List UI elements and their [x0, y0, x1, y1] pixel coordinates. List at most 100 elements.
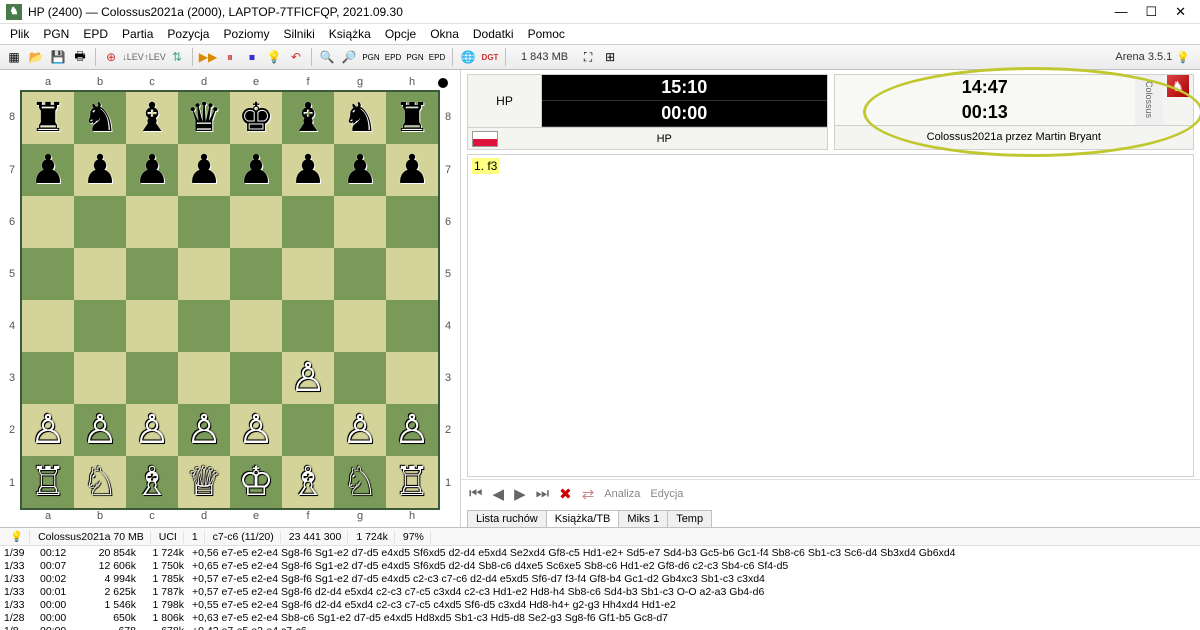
square-f1[interactable]: ♗	[282, 456, 334, 508]
square-e6[interactable]	[230, 196, 282, 248]
square-a1[interactable]: ♖	[22, 456, 74, 508]
square-f4[interactable]	[282, 300, 334, 352]
pause-icon[interactable]: ⏸	[220, 47, 240, 67]
square-b8[interactable]: ♞	[74, 92, 126, 144]
menu-pozycja[interactable]: Pozycja	[161, 27, 215, 41]
square-b2[interactable]: ♙	[74, 404, 126, 456]
tab-lista-ruchow[interactable]: Lista ruchów	[467, 510, 547, 527]
stop-icon[interactable]: ⏹	[242, 47, 262, 67]
square-g8[interactable]: ♞	[334, 92, 386, 144]
square-c3[interactable]	[126, 352, 178, 404]
square-b4[interactable]	[74, 300, 126, 352]
square-c6[interactable]	[126, 196, 178, 248]
menu-pgn[interactable]: PGN	[37, 27, 75, 41]
menu-partia[interactable]: Partia	[116, 27, 159, 41]
zoom-in-icon[interactable]: 🔍	[317, 47, 337, 67]
square-a4[interactable]	[22, 300, 74, 352]
square-a3[interactable]	[22, 352, 74, 404]
square-d7[interactable]: ♟	[178, 144, 230, 196]
square-h2[interactable]: ♙	[386, 404, 438, 456]
expand-icon[interactable]: ⛶	[578, 47, 598, 67]
nav-edycja[interactable]: Edycja	[650, 488, 683, 500]
menu-ksiazka[interactable]: Książka	[323, 27, 377, 41]
menu-plik[interactable]: Plik	[4, 27, 35, 41]
square-e7[interactable]: ♟	[230, 144, 282, 196]
epd-small-icon[interactable]: EPD	[383, 47, 403, 67]
open-icon[interactable]: 📂	[26, 47, 46, 67]
zoom-out-icon[interactable]: 🔎	[339, 47, 359, 67]
square-a2[interactable]: ♙	[22, 404, 74, 456]
square-e2[interactable]: ♙	[230, 404, 282, 456]
square-d2[interactable]: ♙	[178, 404, 230, 456]
tab-miks1[interactable]: Miks 1	[618, 510, 668, 527]
square-d8[interactable]: ♛	[178, 92, 230, 144]
square-h1[interactable]: ♖	[386, 456, 438, 508]
square-f3[interactable]: ♙	[282, 352, 334, 404]
square-g6[interactable]	[334, 196, 386, 248]
pgn2-icon[interactable]: PGN	[405, 47, 425, 67]
board-icon[interactable]: ▦	[4, 47, 24, 67]
lightbulb-icon[interactable]: 💡	[264, 47, 284, 67]
notation-panel[interactable]: 1. f3	[467, 154, 1194, 477]
nav-first-icon[interactable]: ⏮	[469, 485, 483, 502]
play-icon[interactable]: ▶▶	[198, 47, 218, 67]
square-d5[interactable]	[178, 248, 230, 300]
square-h4[interactable]	[386, 300, 438, 352]
nav-analiza[interactable]: Analiza	[604, 488, 640, 500]
square-a8[interactable]: ♜	[22, 92, 74, 144]
square-g2[interactable]: ♙	[334, 404, 386, 456]
square-h5[interactable]	[386, 248, 438, 300]
square-g7[interactable]: ♟	[334, 144, 386, 196]
square-a5[interactable]	[22, 248, 74, 300]
menu-pomoc[interactable]: Pomoc	[522, 27, 571, 41]
square-c7[interactable]: ♟	[126, 144, 178, 196]
adjust-icon[interactable]: ⇅	[167, 47, 187, 67]
menu-okna[interactable]: Okna	[424, 27, 465, 41]
minimize-button[interactable]: —	[1114, 4, 1127, 20]
square-e4[interactable]	[230, 300, 282, 352]
square-e3[interactable]	[230, 352, 282, 404]
current-move[interactable]: 1. f3	[472, 158, 499, 174]
square-c8[interactable]: ♝	[126, 92, 178, 144]
globe-icon[interactable]: 🌐	[458, 47, 478, 67]
square-b1[interactable]: ♘	[74, 456, 126, 508]
square-h8[interactable]: ♜	[386, 92, 438, 144]
pgn-small-icon[interactable]: PGN	[361, 47, 381, 67]
square-g5[interactable]	[334, 248, 386, 300]
square-b7[interactable]: ♟	[74, 144, 126, 196]
square-b3[interactable]	[74, 352, 126, 404]
takeback-icon[interactable]: ↶	[286, 47, 306, 67]
close-button[interactable]: ✕	[1175, 4, 1186, 20]
grid-icon[interactable]: ⊞	[600, 47, 620, 67]
help-icon[interactable]: 💡	[1176, 51, 1190, 64]
nav-delete-icon[interactable]: ✖	[559, 485, 572, 503]
square-h3[interactable]	[386, 352, 438, 404]
square-f8[interactable]: ♝	[282, 92, 334, 144]
square-g3[interactable]	[334, 352, 386, 404]
nav-last-icon[interactable]: ⏭	[536, 485, 550, 502]
square-c5[interactable]	[126, 248, 178, 300]
save-icon[interactable]: 💾	[48, 47, 68, 67]
menu-silniki[interactable]: Silniki	[277, 27, 320, 41]
print-icon[interactable]: 🖶	[70, 47, 90, 67]
maximize-button[interactable]: ☐	[1145, 4, 1157, 20]
square-c2[interactable]: ♙	[126, 404, 178, 456]
square-f5[interactable]	[282, 248, 334, 300]
square-c4[interactable]	[126, 300, 178, 352]
menu-dodatki[interactable]: Dodatki	[467, 27, 520, 41]
square-a6[interactable]	[22, 196, 74, 248]
square-g1[interactable]: ♘	[334, 456, 386, 508]
dgt-icon[interactable]: DGT	[480, 47, 500, 67]
nav-swap-icon[interactable]: ⇄	[582, 485, 595, 503]
square-h6[interactable]	[386, 196, 438, 248]
epd2-icon[interactable]: EPD	[427, 47, 447, 67]
square-f6[interactable]	[282, 196, 334, 248]
square-d3[interactable]	[178, 352, 230, 404]
square-h7[interactable]: ♟	[386, 144, 438, 196]
level-down-icon[interactable]: ↓LEV	[123, 47, 143, 67]
menu-epd[interactable]: EPD	[77, 27, 114, 41]
new-game-icon[interactable]: ⊕	[101, 47, 121, 67]
square-f7[interactable]: ♟	[282, 144, 334, 196]
tab-temp[interactable]: Temp	[667, 510, 712, 527]
square-e8[interactable]: ♚	[230, 92, 282, 144]
